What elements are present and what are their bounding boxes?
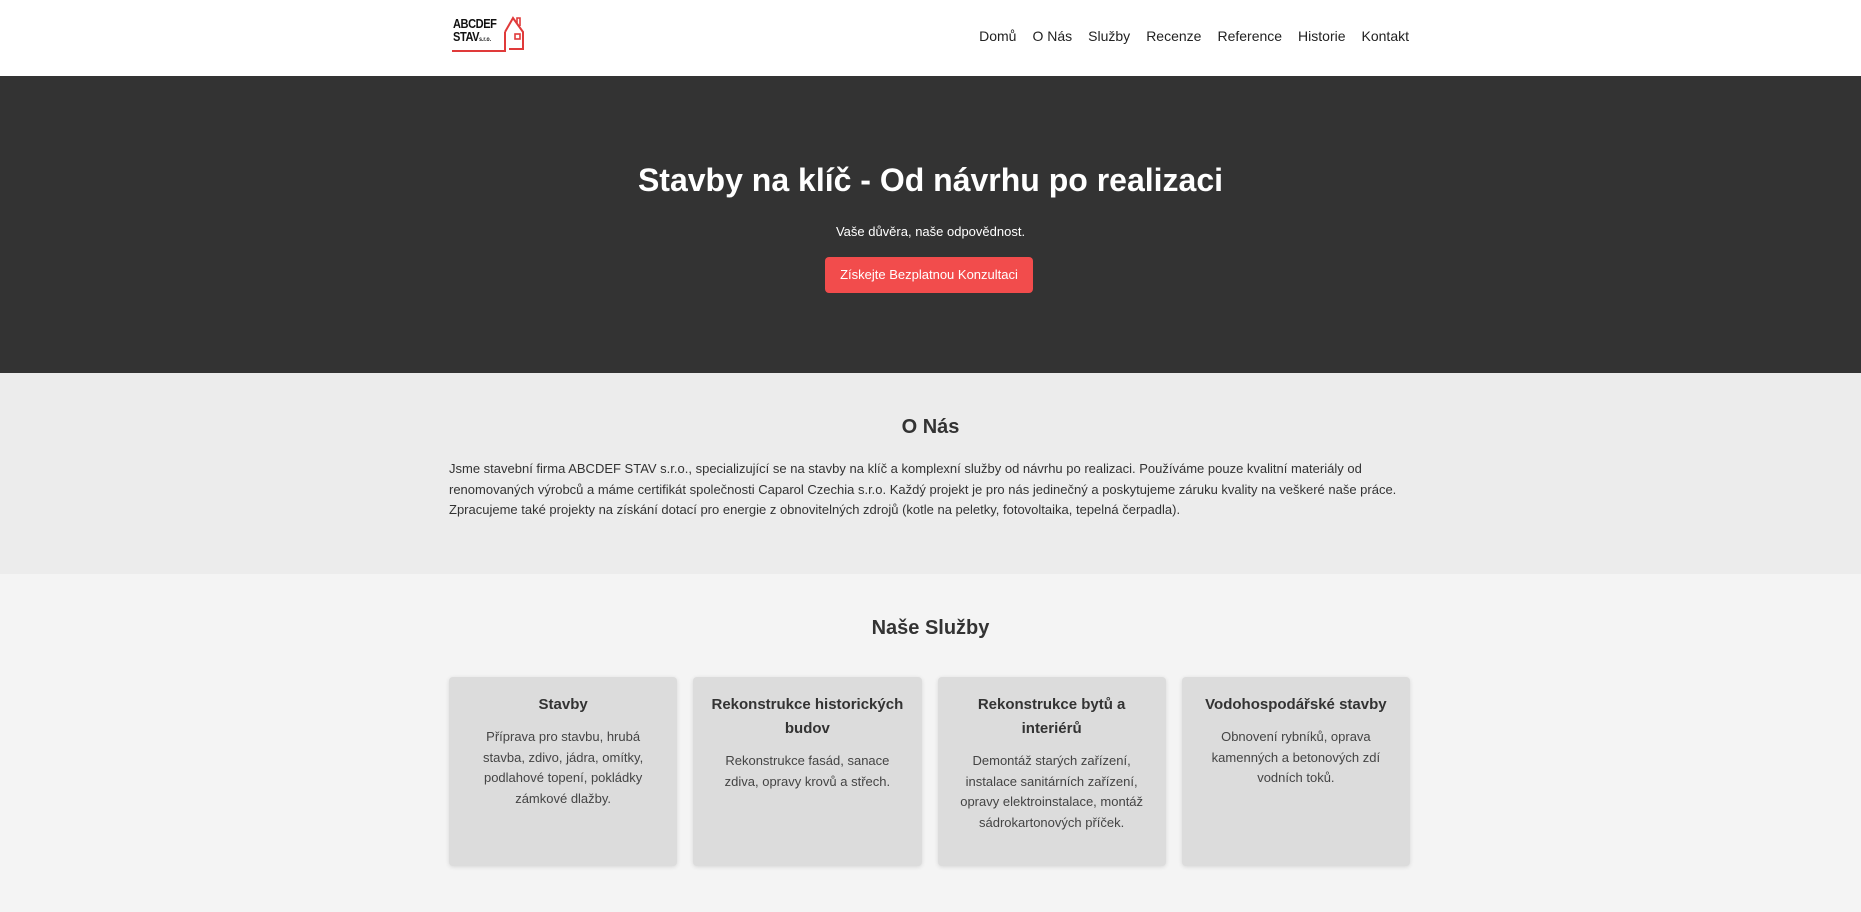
about-heading: O Nás xyxy=(901,416,960,438)
service-card-apartments-interiors: Rekonstrukce bytů a interiérů Demontáž s… xyxy=(937,677,1166,866)
logo-line2: STAV xyxy=(453,29,480,44)
nav-link-kontakt[interactable]: Kontakt xyxy=(1362,26,1409,46)
nav-link-reference[interactable]: Reference xyxy=(1217,26,1282,46)
nav-link-o-nas[interactable]: O Nás xyxy=(1032,26,1072,46)
main-nav: Domů O Nás Služby Recenze Reference Hist… xyxy=(979,26,1409,46)
service-card-title: Stavby xyxy=(538,696,588,713)
nav-link-sluzby[interactable]: Služby xyxy=(1088,26,1130,46)
service-card-title: Vodohospodářské stavby xyxy=(1205,696,1387,713)
hero-subtitle: Vaše důvěra, naše odpovědnost. xyxy=(835,224,1026,239)
service-card-text: Rekonstrukce fasád, sanace zdiva, opravy… xyxy=(724,753,891,789)
service-card-title: Rekonstrukce bytů a interiérů xyxy=(977,696,1126,737)
services-heading: Naše Služby xyxy=(871,617,990,639)
hero-section: Stavby na klíč - Od návrhu po realizaci … xyxy=(0,76,1861,373)
logo-suffix: s.r.o. xyxy=(479,37,492,43)
company-logo[interactable]: ABCDEF STAVs.r.o. xyxy=(451,14,531,54)
free-consultation-button[interactable]: Získejte Bezplatnou Konzultaci xyxy=(825,257,1033,293)
site-header: ABCDEF STAVs.r.o. Domů O Nás Služby Rece… xyxy=(0,0,1861,76)
service-card-title: Rekonstrukce historických budov xyxy=(711,696,904,737)
services-section: Naše Služby Stavby Příprava pro stavbu, … xyxy=(0,574,1861,912)
nav-link-historie[interactable]: Historie xyxy=(1298,26,1345,46)
service-card-historic-buildings: Rekonstrukce historických budov Rekonstr… xyxy=(693,677,922,866)
nav-link-recenze[interactable]: Recenze xyxy=(1146,26,1201,46)
about-text: Jsme stavební firma ABCDEF STAV s.r.o., … xyxy=(449,461,1397,517)
hero-title: Stavby na klíč - Od návrhu po realizaci xyxy=(637,162,1224,198)
about-section: O Nás Jsme stavební firma ABCDEF STAV s.… xyxy=(0,373,1861,574)
logo-text: ABCDEF STAVs.r.o. xyxy=(453,17,497,47)
service-card-text: Příprava pro stavbu, hrubá stavba, zdivo… xyxy=(483,729,644,806)
nav-link-domu[interactable]: Domů xyxy=(979,26,1016,46)
service-card-text: Demontáž starých zařízení, instalace san… xyxy=(960,753,1144,830)
service-card-water-structures: Vodohospodářské stavby Obnovení rybníků,… xyxy=(1181,677,1410,866)
service-card-text: Obnovení rybníků, oprava kamenných a bet… xyxy=(1211,729,1381,785)
service-card-stavby: Stavby Příprava pro stavbu, hrubá stavba… xyxy=(449,677,678,866)
service-cards: Stavby Příprava pro stavbu, hrubá stavba… xyxy=(449,677,1410,866)
